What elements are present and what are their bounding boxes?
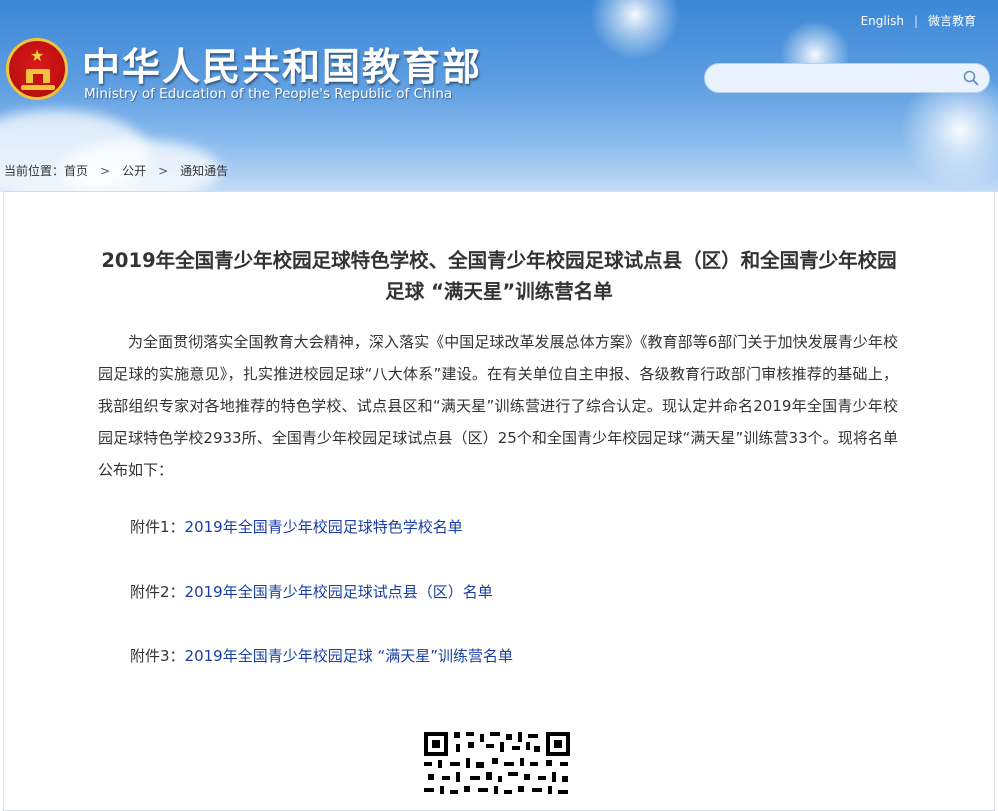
attachment-link[interactable]: 2019年全国青少年校园足球试点县（区）名单: [185, 583, 493, 601]
breadcrumb-label: 当前位置：: [4, 164, 64, 178]
dandelion-decoration: [590, 0, 680, 60]
attachment-label: 附件2：: [130, 583, 185, 601]
search-box[interactable]: [704, 63, 990, 93]
attachment-item: 附件2：2019年全国青少年校园足球试点县（区）名单: [130, 581, 493, 602]
link-separator: |: [914, 14, 918, 28]
weibo-link[interactable]: 微言教育: [928, 14, 976, 28]
attachment-label: 附件1：: [130, 518, 185, 536]
breadcrumb-item-public[interactable]: 公开: [122, 164, 146, 178]
attachment-label: 附件3：: [130, 647, 185, 665]
english-link[interactable]: English: [861, 14, 904, 28]
article-body: 为全面贯彻落实全国教育大会精神，深入落实《中国足球改革发展总体方案》《教育部等6…: [98, 326, 898, 486]
breadcrumb: 当前位置：首页 > 公开 > 通知通告: [4, 162, 228, 179]
search-input[interactable]: [719, 68, 959, 90]
breadcrumb-item-notices[interactable]: 通知通告: [180, 164, 228, 178]
qr-code-icon: [420, 728, 574, 798]
attachment-link[interactable]: 2019年全国青少年校园足球 “满天星”训练营名单: [185, 647, 514, 665]
national-emblem-icon[interactable]: ★: [6, 38, 68, 100]
top-links: English | 微言教育: [861, 12, 976, 29]
attachment-item: 附件3：2019年全国青少年校园足球 “满天星”训练营名单: [130, 645, 513, 666]
attachment-link[interactable]: 2019年全国青少年校园足球特色学校名单: [185, 518, 463, 536]
article-title: 2019年全国青少年校园足球特色学校、全国青少年校园足球试点县（区）和全国青少年…: [95, 245, 903, 307]
breadcrumb-item-home[interactable]: 首页: [64, 164, 88, 178]
header-banner: ★ 中华人民共和国教育部 Ministry of Education of th…: [0, 0, 998, 192]
site-subtitle: Ministry of Education of the People's Re…: [84, 86, 452, 102]
search-icon[interactable]: [963, 70, 979, 86]
chevron-right-icon: >: [100, 164, 110, 178]
attachment-item: 附件1：2019年全国青少年校园足球特色学校名单: [130, 516, 463, 537]
site-title[interactable]: 中华人民共和国教育部: [82, 36, 482, 91]
chevron-right-icon: >: [158, 164, 168, 178]
